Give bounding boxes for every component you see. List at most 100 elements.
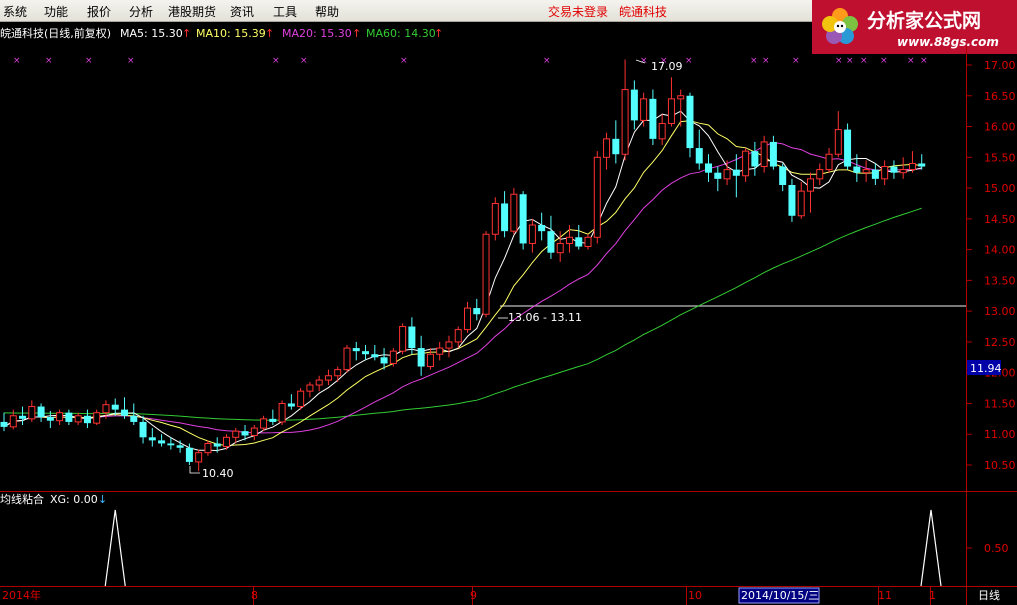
candle (908, 151, 916, 173)
candle-body (111, 404, 119, 410)
candle (482, 231, 490, 318)
marker-x: × (750, 56, 758, 66)
candle (593, 151, 601, 244)
candle-body (918, 163, 926, 167)
menu-tools[interactable]: 工具 (273, 3, 297, 20)
candle-body (28, 406, 36, 420)
candle-body (334, 369, 342, 377)
marker-x: × (835, 56, 843, 66)
sub-axis: 0.50 (966, 542, 1009, 555)
candle-body (185, 447, 193, 462)
candle (148, 428, 156, 447)
candle-body (899, 169, 907, 174)
menu-function[interactable]: 功能 (44, 3, 68, 20)
candle (56, 409, 64, 425)
menu-news[interactable]: 资讯 (230, 3, 254, 20)
menu-help[interactable]: 帮助 (315, 3, 339, 20)
ma60-arrow: ↑ (434, 27, 443, 40)
candle (751, 141, 759, 176)
stock-name-status: 皖通科技 (619, 5, 668, 19)
candle-body (362, 351, 370, 355)
chart-header: 皖通科技(日线,前复权) MA5: 15.30 ↑ MA10: 15.39 ↑ … (0, 26, 443, 40)
candle-body (658, 122, 666, 140)
candle (176, 440, 184, 453)
candle (695, 129, 703, 170)
candle (621, 59, 629, 161)
candle (473, 298, 481, 321)
candle (547, 215, 555, 259)
candle-body (83, 415, 91, 424)
candle-body (890, 166, 898, 173)
marker-x: × (860, 56, 868, 66)
menu-analysis[interactable]: 分析 (129, 3, 153, 20)
xg-signals (104, 509, 942, 587)
ma20-line (3, 141, 922, 434)
ma10-arrow: ↑ (265, 27, 274, 40)
candle (806, 172, 814, 213)
candle (436, 341, 444, 361)
candle-body (482, 233, 490, 315)
candle-body (603, 138, 611, 158)
current-price: 11.94 (970, 362, 1002, 375)
menu-hk-futures[interactable]: 港股期货 (168, 3, 216, 20)
candle (250, 425, 258, 441)
candle (0, 412, 8, 432)
candle (714, 166, 722, 192)
candle-body (584, 236, 592, 248)
candle (408, 317, 416, 355)
moving-averages (3, 110, 922, 452)
candle-body (93, 412, 101, 424)
candle (158, 434, 166, 447)
xg-arrow: ↓ (98, 493, 107, 506)
xg-signal-spike (920, 509, 942, 587)
date-label-9: 9 (470, 589, 477, 602)
candle (260, 415, 268, 432)
period-button[interactable]: 日线 (978, 588, 1000, 602)
candle (83, 409, 91, 429)
marker-x: × (13, 56, 21, 66)
candle-body (844, 129, 852, 167)
marker-x: × (45, 56, 53, 66)
candle-body (751, 151, 759, 167)
candle (297, 388, 305, 410)
candle-body (491, 202, 499, 235)
candle (37, 403, 45, 422)
candle (779, 163, 787, 192)
candle (640, 92, 648, 127)
candle (584, 234, 592, 250)
candle-body (649, 98, 657, 139)
menu-system[interactable]: 系统 (3, 3, 27, 20)
candle-body (46, 417, 54, 421)
date-label-1: 1 (929, 589, 936, 602)
candle-body (640, 98, 648, 121)
candle (501, 191, 509, 238)
candle-body (19, 415, 27, 419)
candle (352, 341, 360, 361)
marker-x: × (762, 56, 770, 66)
candle (658, 114, 666, 145)
price-tick-label: 13.50 (984, 274, 1016, 287)
candle (121, 397, 129, 419)
candle-body (705, 163, 713, 173)
candle-body (797, 190, 805, 217)
candle (315, 375, 323, 392)
candle-body (881, 166, 889, 180)
candle (871, 163, 879, 185)
candle (760, 135, 768, 173)
candle (667, 77, 675, 127)
candle-body (417, 348, 425, 367)
sub-tick-label: 0.50 (984, 542, 1009, 555)
candle-body (37, 406, 45, 417)
candle-body (315, 379, 323, 386)
candle-body (343, 347, 351, 371)
candle (899, 157, 907, 179)
marker-x: × (127, 56, 135, 66)
candle-body (213, 443, 221, 447)
kline-chart[interactable]: 皖通科技(日线,前复权) MA5: 15.30 ↑ MA10: 15.39 ↑ … (0, 21, 1017, 605)
candle-body (834, 129, 842, 155)
candle-body (102, 404, 110, 414)
candle-body (806, 178, 814, 192)
xg-signal-spike (104, 509, 126, 587)
candle-body (260, 418, 268, 429)
menu-quote[interactable]: 报价 (87, 3, 111, 20)
